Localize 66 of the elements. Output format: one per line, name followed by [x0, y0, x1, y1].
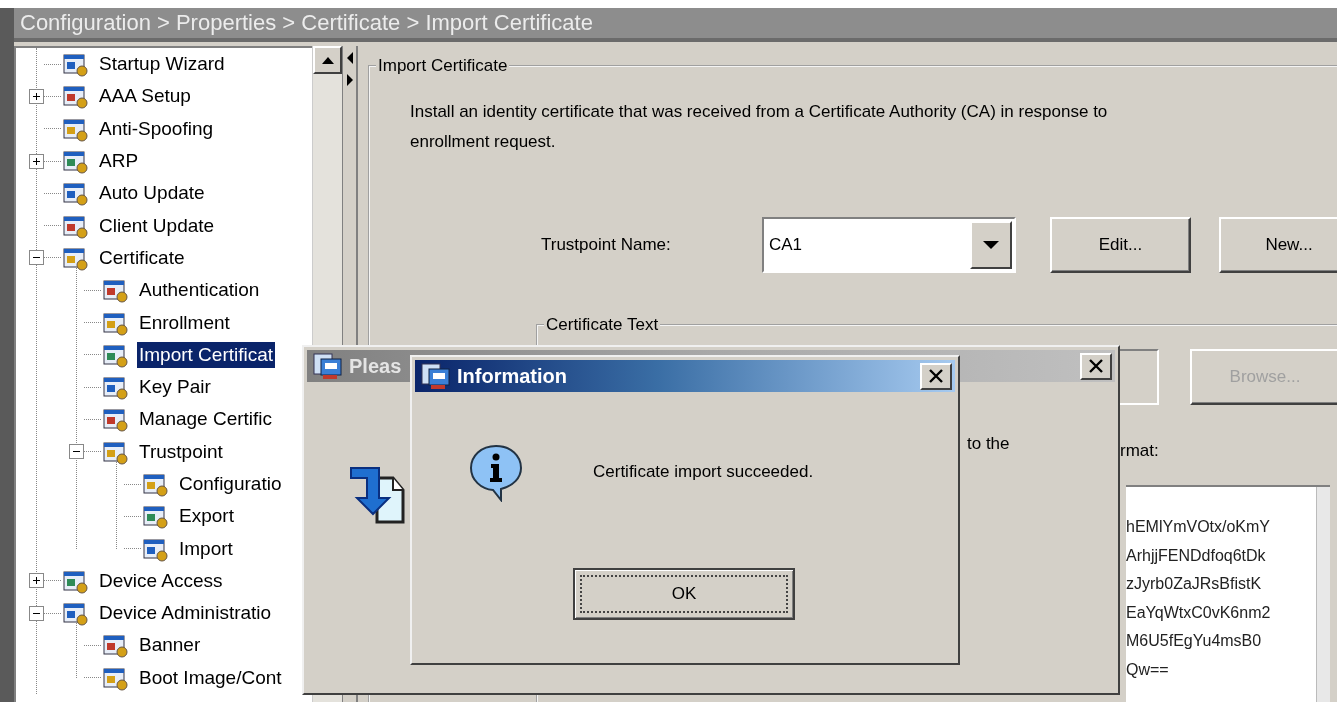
tree-item[interactable]: Manage Certific [137, 406, 275, 433]
certificate-text-line: zJyrb0ZaJRsBfistK [1126, 574, 1263, 594]
dialog-title: Information [457, 364, 567, 388]
tree-item[interactable]: Auto Update [97, 180, 207, 207]
information-icon [467, 442, 525, 502]
tree-item[interactable]: Configuratio [177, 471, 284, 497]
certificate-text-line: hEMlYmVOtx/oKmY [1126, 517, 1272, 537]
up-arrow-icon [321, 56, 334, 64]
tree-item[interactable]: ARP [97, 148, 141, 175]
certificate-text-line: ArhjjFENDdfoq6tDk [1126, 545, 1267, 566]
close-button[interactable] [920, 362, 952, 390]
tree-item[interactable]: Import Certificat [137, 341, 276, 368]
expand-toggle[interactable] [29, 88, 44, 104]
dialog-title: Pleas [349, 354, 402, 378]
tree-item[interactable]: AAA Setup [97, 83, 193, 110]
breadcrumb-path: Configuration > Properties > Certificate > Import Certificate [19, 9, 594, 37]
tree-item[interactable]: Client Update [97, 212, 217, 239]
plus-icon [32, 91, 41, 101]
plus-icon [32, 156, 41, 166]
tree-item[interactable]: Export [177, 503, 236, 530]
tree-item[interactable]: Key Pair [137, 374, 213, 401]
dropdown-arrow-button[interactable] [970, 221, 1012, 269]
scrollbar[interactable] [1316, 487, 1330, 702]
section-title: Certificate Text [545, 315, 660, 335]
new-button[interactable]: New... [1219, 217, 1337, 273]
left-arrow-icon [346, 52, 353, 64]
edit-button[interactable]: Edit... [1050, 217, 1191, 273]
dialog-text: to the [967, 434, 1010, 454]
close-icon [928, 368, 944, 384]
ok-button[interactable]: OK [573, 568, 795, 620]
plus-icon [32, 576, 41, 586]
field-label: Trustpoint Name: [541, 235, 672, 255]
collapse-toggle[interactable] [29, 250, 44, 266]
collapse-toggle[interactable] [29, 605, 44, 621]
tree-item[interactable]: Boot Image/Cont [137, 664, 284, 691]
scroll-up-button[interactable] [313, 46, 342, 74]
expand-toggle[interactable] [29, 573, 44, 589]
right-arrow-icon [346, 74, 353, 86]
tree-item[interactable]: Device Administratio [97, 600, 274, 627]
tree-item[interactable]: Startup Wizard [97, 51, 227, 78]
expand-toggle[interactable] [29, 153, 44, 169]
description-text: enrollment request. [410, 131, 557, 153]
tree-item[interactable]: Trustpoint [137, 438, 225, 465]
trustpoint-dropdown[interactable]: CA1 [762, 217, 1016, 273]
instruction-text: rmat: [1120, 441, 1159, 461]
dialog-message: Certificate import succeeded. [593, 462, 814, 482]
certificate-text-line: EaYqWtxC0vK6nm2 [1126, 602, 1272, 623]
tree-item[interactable]: Enrollment [137, 309, 232, 336]
tree-item[interactable]: Banner [137, 632, 203, 659]
document-download-icon [349, 464, 407, 526]
tree-item[interactable]: Import [177, 535, 235, 562]
certificate-text-area[interactable]: hEMlYmVOtx/oKmY ArhjjFENDdfoq6tDk zJyrb0ZaJRsBfistK EaYqWtxC0vK6nm2 M6U5fEgYu4msB0 Qw== [1126, 485, 1330, 702]
tree-item[interactable]: Anti-Spoofing [97, 115, 216, 142]
tree-item[interactable]: Device Access [97, 567, 225, 594]
description-text: Install an identity certificate that was received from a Certificate Authority (CA) in response to [410, 101, 1109, 123]
caret-icon [983, 241, 999, 249]
section-title: Import Certificate [377, 56, 509, 76]
app-icon [313, 351, 343, 381]
close-button[interactable] [1080, 352, 1112, 380]
app-icon [421, 361, 451, 391]
close-icon [1088, 358, 1104, 374]
tree-item[interactable]: Certificate [97, 244, 187, 271]
certificate-text-line: M6U5fEgYu4msB0 [1126, 631, 1263, 651]
collapse-toggle[interactable] [69, 444, 84, 460]
certificate-text-line: Qw== [1126, 659, 1170, 680]
tree-item[interactable]: Authentication [137, 277, 262, 304]
